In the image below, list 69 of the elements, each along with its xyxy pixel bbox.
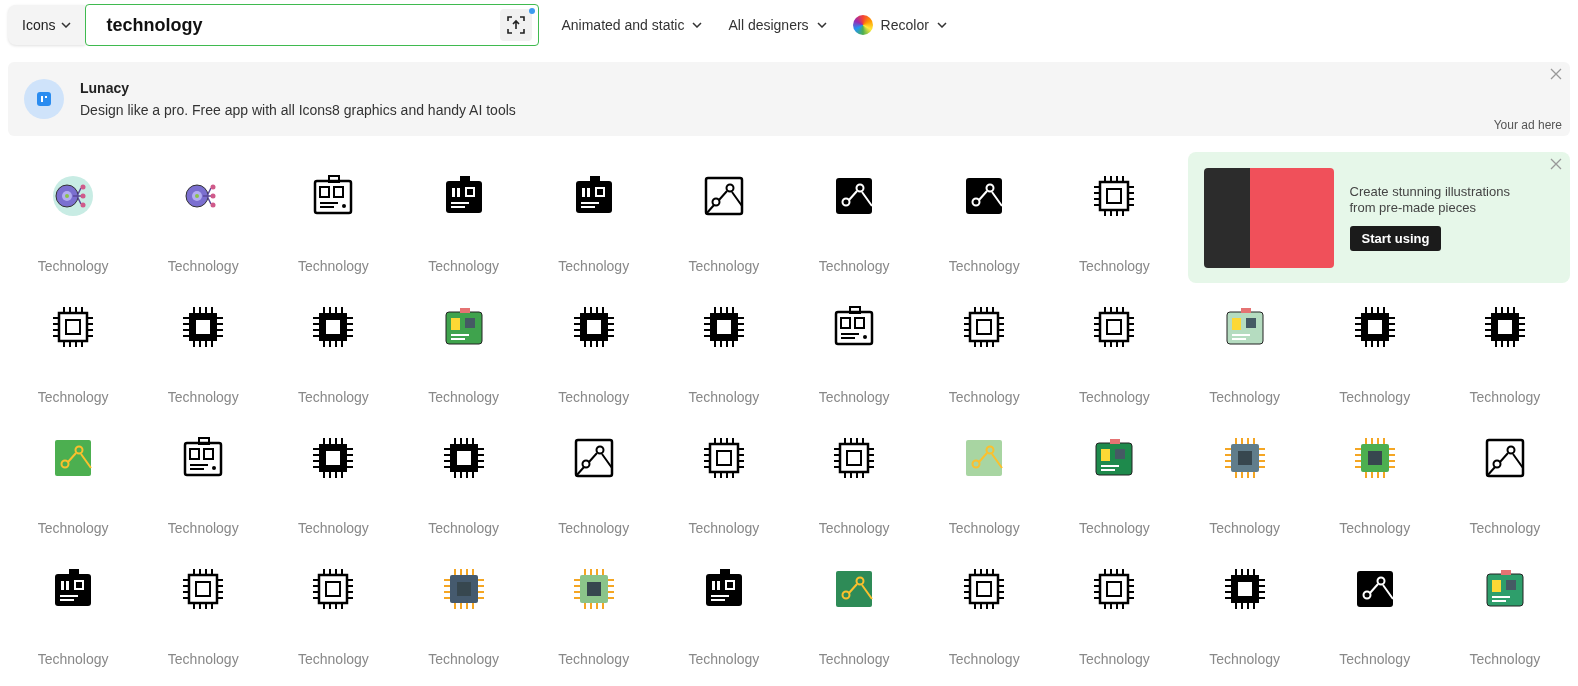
icon-label[interactable]: Technology xyxy=(1469,389,1541,405)
close-button[interactable] xyxy=(1550,68,1562,80)
icon-label[interactable]: Technology xyxy=(558,389,630,405)
icon-label[interactable]: Technology xyxy=(818,651,890,667)
close-button[interactable] xyxy=(1550,158,1562,170)
caret-icon xyxy=(936,22,947,28)
icon-label[interactable]: Technology xyxy=(948,389,1020,405)
icon-label[interactable]: Technology xyxy=(1339,389,1411,405)
icon-label[interactable]: Technology xyxy=(37,258,109,274)
notification-dot xyxy=(529,8,536,14)
icon-label[interactable]: Technology xyxy=(688,651,760,667)
icon-label[interactable]: Technology xyxy=(948,520,1020,536)
icon-label[interactable]: Technology xyxy=(818,258,890,274)
icon-label[interactable]: Technology xyxy=(558,258,630,274)
icon-label[interactable]: Technology xyxy=(1209,520,1280,536)
icon-label[interactable]: Technology xyxy=(428,389,499,405)
icon-label[interactable]: Technology xyxy=(1079,651,1150,667)
icon-label[interactable]: Technology xyxy=(167,651,239,667)
icon-label[interactable]: Technology xyxy=(1079,258,1150,274)
icon-label[interactable]: Technology xyxy=(428,651,499,667)
icon-label[interactable]: Technology xyxy=(1079,520,1150,536)
icon-label[interactable]: Technology xyxy=(688,389,760,405)
filter-dropdown[interactable]: All designers xyxy=(724,13,831,37)
ad-title: Lunacy xyxy=(80,80,130,96)
icon-label[interactable]: Technology xyxy=(1079,389,1150,405)
icon-label[interactable]: Technology xyxy=(37,520,109,536)
icon-label[interactable]: Technology xyxy=(948,651,1020,667)
icon-label[interactable]: Technology xyxy=(167,389,239,405)
upload-image-button[interactable] xyxy=(500,9,533,41)
color-wheel-icon xyxy=(852,15,873,35)
icon-label[interactable]: Technology xyxy=(298,258,369,274)
icon-label[interactable]: Technology xyxy=(688,520,760,536)
icon-label[interactable]: Technology xyxy=(298,651,369,667)
close-icon xyxy=(1550,68,1562,80)
ad-note: Your ad here xyxy=(1493,118,1562,132)
icon-label[interactable]: Technology xyxy=(1209,651,1280,667)
close-icon xyxy=(1550,158,1562,170)
caret-icon xyxy=(692,22,703,28)
ad-text: Design like a pro. Free app with all Icons8 graphics and handy AI tools xyxy=(80,102,516,118)
filter-dropdown[interactable]: Animated and static xyxy=(557,13,707,37)
icon-label[interactable]: Technology xyxy=(37,651,109,667)
icon-label[interactable]: Technology xyxy=(1339,651,1411,667)
search-bar[interactable]: technology xyxy=(85,4,540,46)
start-using-button[interactable]: Start using xyxy=(1349,226,1442,251)
icon-label[interactable]: Technology xyxy=(298,389,369,405)
icon-label[interactable]: Technology xyxy=(1209,389,1280,405)
icon-label[interactable]: Technology xyxy=(558,520,630,536)
icon-label[interactable]: Technology xyxy=(298,520,369,536)
icon-label[interactable]: Technology xyxy=(428,520,499,536)
app-logo-icon xyxy=(24,79,64,119)
icon-label[interactable]: Technology xyxy=(948,258,1020,274)
icon-label[interactable]: Technology xyxy=(1339,520,1411,536)
upload-icon xyxy=(506,15,527,35)
promo-text: Create stunning illustrations from pre-made pieces xyxy=(1349,184,1511,216)
icon-type-dropdown[interactable]: Icons xyxy=(8,5,86,45)
caret-icon xyxy=(61,22,72,28)
icon-label[interactable]: Technology xyxy=(428,258,499,274)
icon-label[interactable]: Technology xyxy=(167,520,239,536)
icon-label[interactable]: Technology xyxy=(1469,651,1541,667)
icon-label[interactable]: Technology xyxy=(558,651,630,667)
icon-label[interactable]: Technology xyxy=(37,389,109,405)
icon-label[interactable]: Technology xyxy=(818,520,890,536)
icon-label[interactable]: Technology xyxy=(167,258,239,274)
icon-label[interactable]: Technology xyxy=(688,258,760,274)
icon-label[interactable]: Technology xyxy=(1469,520,1541,536)
filter-dropdown[interactable]: Recolor xyxy=(848,11,951,39)
search-input[interactable]: technology xyxy=(104,13,501,37)
icon-label[interactable]: Technology xyxy=(818,389,890,405)
caret-icon xyxy=(816,22,827,28)
